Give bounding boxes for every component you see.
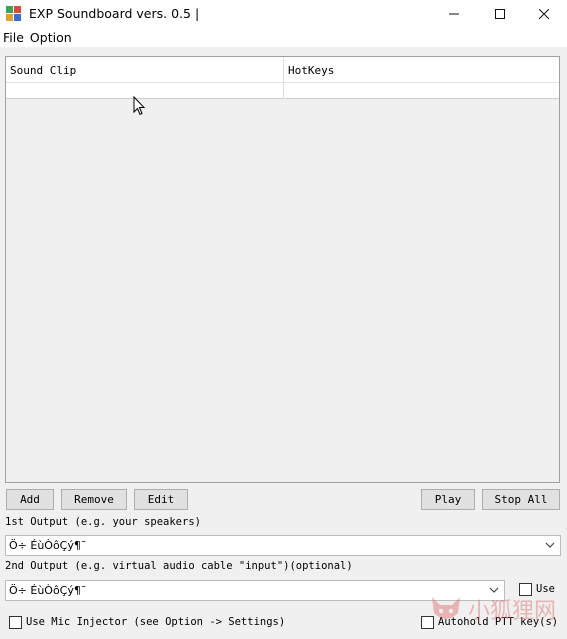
- menu-file[interactable]: File: [0, 30, 27, 45]
- minimize-icon: [449, 13, 459, 14]
- minimize-button[interactable]: [431, 0, 477, 27]
- menu-option[interactable]: Option: [27, 30, 75, 45]
- mic-injector-checkbox[interactable]: [9, 616, 22, 629]
- maximize-button[interactable]: [477, 0, 523, 27]
- column-divider[interactable]: [283, 57, 284, 99]
- title-bar[interactable]: EXP Soundboard vers. 0.5 |: [0, 0, 567, 27]
- chevron-down-icon: [545, 542, 555, 548]
- stop-all-button[interactable]: Stop All: [482, 489, 560, 510]
- play-button[interactable]: Play: [421, 489, 475, 510]
- sound-clip-list[interactable]: Sound Clip HotKeys: [5, 56, 560, 483]
- fox-logo-icon: [432, 597, 460, 619]
- app-icon: [6, 5, 22, 22]
- first-output-label: 1st Output (e.g. your speakers): [5, 516, 201, 528]
- second-output-value: Ö÷ ÉùÒôÇý¶¯: [9, 584, 87, 597]
- column-header-hotkeys[interactable]: HotKeys: [284, 57, 558, 83]
- close-icon: [539, 8, 549, 19]
- first-output-value: Ö÷ ÉùÒôÇý¶¯: [9, 539, 87, 552]
- remove-button[interactable]: Remove: [61, 489, 127, 510]
- mouse-cursor-icon: [133, 96, 145, 116]
- maximize-icon: [495, 8, 505, 19]
- second-output-label: 2nd Output (e.g. virtual audio cable "in…: [5, 560, 353, 572]
- window-title: EXP Soundboard vers. 0.5 |: [29, 6, 200, 21]
- edit-button[interactable]: Edit: [134, 489, 188, 510]
- watermark-text: 小狐狸网: [468, 599, 557, 624]
- mic-injector-label: Use Mic Injector (see Option -> Settings…: [26, 616, 286, 628]
- menu-bar: File Option: [0, 27, 567, 47]
- watermark: 小狐狸网: [428, 589, 560, 629]
- close-button[interactable]: [521, 0, 567, 27]
- add-button[interactable]: Add: [6, 489, 54, 510]
- column-header-sound-clip[interactable]: Sound Clip: [6, 57, 282, 83]
- first-output-select[interactable]: Ö÷ ÉùÒôÇý¶¯: [5, 535, 561, 556]
